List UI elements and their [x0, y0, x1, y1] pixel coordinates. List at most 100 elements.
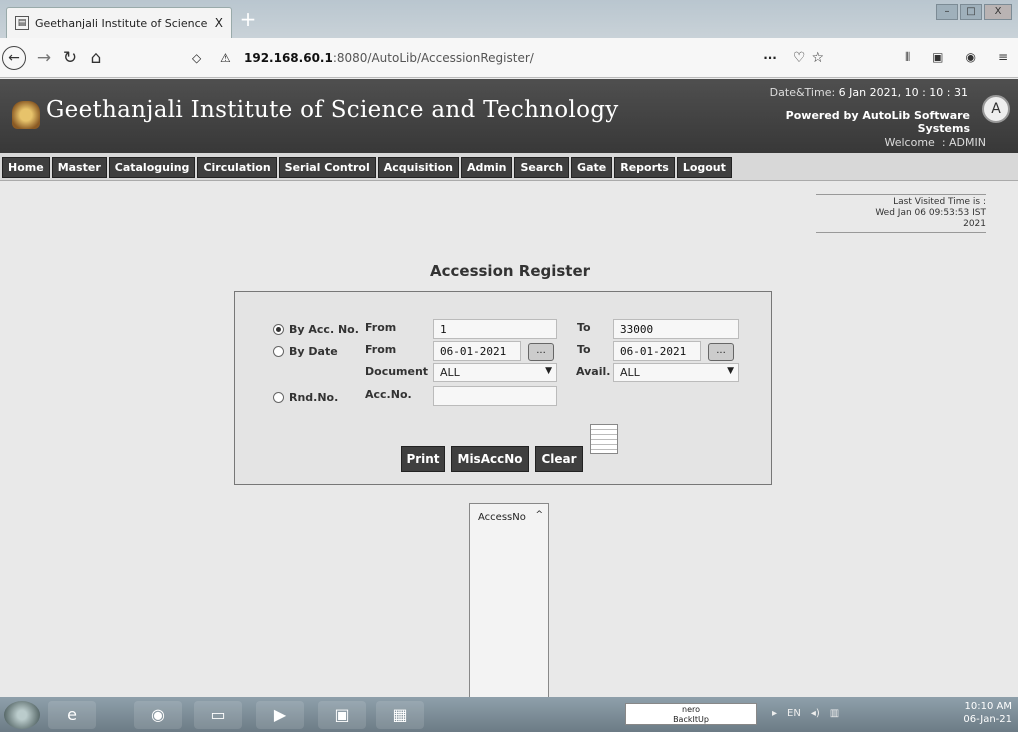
tray-arrow-icon[interactable]: ▸ [772, 708, 777, 719]
media-player-icon[interactable]: ▶ [256, 701, 304, 729]
institute-logo [12, 101, 40, 129]
menu-item-cataloguing[interactable]: Cataloguing [108, 157, 196, 178]
date-time-display: Date&Time: 6 Jan 2021, 10 : 10 : 31 [770, 86, 968, 99]
menu-item-home[interactable]: Home [2, 157, 50, 178]
page-title: Accession Register [430, 262, 591, 280]
start-button[interactable] [4, 701, 40, 729]
powered-by-line1: Powered by AutoLib Software [785, 109, 970, 122]
language-indicator[interactable]: EN [787, 708, 801, 719]
browser-title-bar: ▤ Geethanjali Institute of Science X + –… [0, 0, 1018, 38]
url-path: :8080/AutoLib/AccessionRegister/ [332, 51, 534, 65]
new-tab-button[interactable]: + [238, 9, 258, 30]
url-bar[interactable]: ◇ ⚠ 192.168.60.1 :8080/AutoLib/Accession… [192, 45, 824, 71]
windows-taskbar: e ◉ ▭ ▶ ▣ ▦ nero BackItUp ▸ EN ◂) ▥ 10:1… [0, 697, 1018, 732]
acc-to-input[interactable]: 33000 [613, 319, 739, 339]
acc-from-label: From [365, 321, 397, 334]
account-icon[interactable]: ◉ [965, 50, 975, 65]
web-page: Geethanjali Institute of Science and Tec… [0, 79, 1018, 697]
document-select-value: ALL [440, 366, 460, 379]
chevron-down-icon: ▼ [545, 366, 552, 376]
accession-number-list[interactable]: AccessNo ^ [469, 503, 549, 697]
sidebar-icon[interactable]: ▣ [932, 50, 943, 65]
welcome-separator: : [941, 136, 946, 149]
clock-time: 10:10 AM [964, 701, 1012, 712]
avail-select-value: ALL [620, 366, 640, 379]
menu-item-reports[interactable]: Reports [614, 157, 675, 178]
maximize-button[interactable]: □ [960, 4, 982, 20]
site-header: Geethanjali Institute of Science and Tec… [0, 79, 1018, 153]
by-date-radio[interactable] [273, 346, 284, 357]
close-window-button[interactable]: X [984, 4, 1012, 20]
hamburger-menu-icon[interactable]: ≡ [998, 50, 1008, 65]
date-to-calendar-button[interactable]: ... [708, 343, 734, 361]
date-from-input[interactable]: 06-01-2021 [433, 341, 521, 361]
list-header: AccessNo [478, 512, 526, 523]
date-from-calendar-button[interactable]: ... [528, 343, 554, 361]
library-icon[interactable]: ⫴ [905, 50, 910, 65]
acc-from-input[interactable]: 1 [433, 319, 557, 339]
date-to-label: To [577, 343, 591, 356]
menu-item-search[interactable]: Search [514, 157, 570, 178]
tab-close-icon[interactable]: X [215, 16, 223, 30]
menu-item-acquisition[interactable]: Acquisition [377, 157, 459, 178]
home-icon[interactable]: ⌂ [84, 46, 108, 70]
clear-button[interactable]: Clear [535, 446, 583, 472]
last-visited-label: Last Visited Time is : [893, 197, 986, 207]
window-controls: – □ X [936, 4, 1012, 20]
nero-line1: nero [682, 705, 700, 714]
menu-item-serial-control[interactable]: Serial Control [278, 157, 376, 178]
menu-item-master[interactable]: Master [51, 157, 107, 178]
welcome-label: Welcome [884, 136, 935, 149]
reload-icon[interactable]: ↻ [58, 46, 82, 70]
volume-icon[interactable]: ◂) [811, 708, 820, 719]
rnd-no-radio[interactable] [273, 392, 284, 403]
pocket-icon[interactable]: ♡ [793, 50, 806, 66]
misaccno-button[interactable]: MisAccNo [451, 446, 529, 472]
rnd-accno-input[interactable] [433, 386, 557, 406]
menu-item-logout[interactable]: Logout [676, 157, 732, 178]
by-acc-no-label: By Acc. No. [289, 323, 359, 336]
powered-by-text: Powered by AutoLib Software Systems [786, 109, 970, 135]
system-tray: ▸ EN ◂) ▥ [772, 708, 839, 719]
last-visited-value-2: 2021 [963, 219, 986, 229]
powered-by-line2: Systems [917, 122, 970, 135]
avail-select[interactable]: ALL ▼ [613, 363, 739, 382]
bookmark-star-icon[interactable]: ☆ [811, 50, 824, 66]
firefox-icon[interactable]: ◉ [134, 701, 182, 729]
taskbar-clock[interactable]: 10:10 AM 06-Jan-21 [963, 700, 1012, 726]
document-select[interactable]: ALL ▼ [433, 363, 557, 382]
export-excel-icon[interactable] [590, 424, 618, 454]
menu-item-gate[interactable]: Gate [571, 157, 613, 178]
insecure-lock-icon: ⚠ [220, 51, 231, 65]
spreadsheet-app-icon[interactable]: ▦ [376, 701, 424, 729]
internet-explorer-icon[interactable]: e [48, 701, 96, 729]
site-title: Geethanjali Institute of Science and Tec… [46, 97, 619, 123]
chevron-down-icon: ▼ [727, 366, 734, 376]
network-icon[interactable]: ▥ [830, 708, 839, 719]
avail-label: Avail. [576, 365, 611, 378]
last-visited-info: Last Visited Time is : Wed Jan 06 09:53:… [816, 194, 986, 233]
browser-tab[interactable]: ▤ Geethanjali Institute of Science X [6, 7, 232, 38]
print-button[interactable]: Print [401, 446, 445, 472]
welcome-user: ADMIN [949, 136, 986, 149]
menu-item-circulation[interactable]: Circulation [197, 157, 277, 178]
menu-item-admin[interactable]: Admin [461, 157, 513, 178]
clock-date: 06-Jan-21 [963, 714, 1012, 725]
last-visited-value-1: Wed Jan 06 09:53:53 IST [875, 208, 986, 218]
sort-arrow-icon[interactable]: ^ [535, 510, 543, 520]
tab-title: Geethanjali Institute of Science [35, 16, 208, 30]
app-window-icon[interactable]: ▣ [318, 701, 366, 729]
autolib-logo-icon: A [982, 95, 1010, 123]
nero-backitup-notice[interactable]: nero BackItUp [625, 703, 757, 725]
minimize-button[interactable]: – [936, 4, 958, 20]
rnd-accno-label: Acc.No. [365, 388, 412, 401]
forward-arrow-icon[interactable]: → [32, 46, 56, 70]
date-to-input[interactable]: 06-01-2021 [613, 341, 701, 361]
by-date-label: By Date [289, 345, 338, 358]
page-favicon-icon: ▤ [15, 16, 29, 30]
page-actions-menu-icon[interactable]: ··· [763, 51, 777, 65]
by-acc-no-radio[interactable] [273, 324, 284, 335]
file-explorer-icon[interactable]: ▭ [194, 701, 242, 729]
rnd-no-label: Rnd.No. [289, 391, 339, 404]
back-arrow-icon[interactable]: ← [2, 46, 26, 70]
